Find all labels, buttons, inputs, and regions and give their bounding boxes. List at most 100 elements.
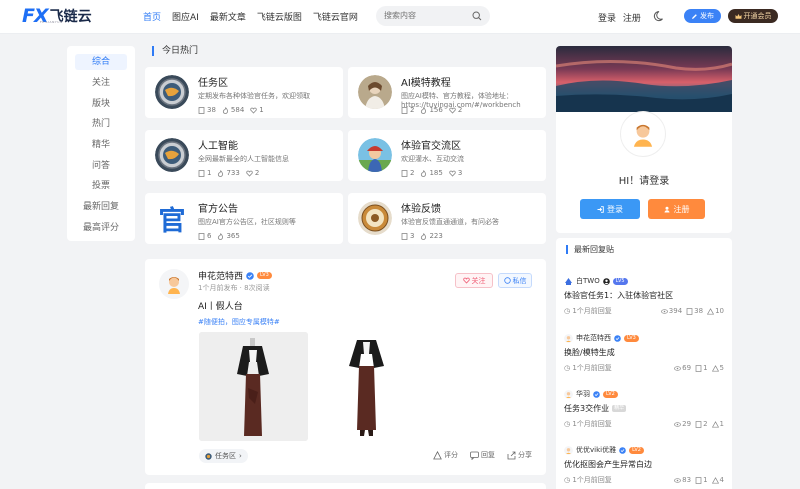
reply-stats: 83 1 4 bbox=[674, 475, 724, 485]
post-author: 申花范特西 LV3 bbox=[198, 269, 272, 282]
reply-item[interactable]: 白TWO LV5 体验官任务1：入驻体验官社区 ◷ 1个月前回复 394 38 … bbox=[564, 276, 724, 316]
login-link[interactable]: 登录 bbox=[598, 14, 616, 24]
post-text[interactable]: AI丨假人台 bbox=[198, 299, 243, 312]
user-icon bbox=[602, 277, 610, 285]
chat-icon bbox=[503, 277, 511, 284]
post-image-2[interactable] bbox=[312, 332, 421, 441]
board-name: 任务区 bbox=[198, 78, 228, 89]
sidebar-item-latest-reply[interactable]: 最新回复 bbox=[67, 197, 135, 218]
sidebar-item-vote[interactable]: 投票 bbox=[67, 176, 135, 197]
register-link[interactable]: 注册 bbox=[623, 14, 641, 24]
nav-home[interactable]: 首页 bbox=[143, 10, 161, 23]
reply-title-text[interactable]: 换脸/模特生成 bbox=[564, 347, 615, 358]
verified-icon bbox=[614, 334, 621, 342]
board-stats: 2 156 2 bbox=[401, 106, 462, 114]
nav-official-site[interactable]: 飞链云官网 bbox=[313, 10, 358, 23]
triangle-icon bbox=[711, 420, 719, 428]
reply-footer: ◷ 1个月前回复 83 1 4 bbox=[564, 475, 724, 485]
board-desc: 欢迎灌水、互动交流 bbox=[401, 155, 464, 163]
default-avatar[interactable] bbox=[621, 112, 665, 156]
sidebar-item-following[interactable]: 关注 bbox=[67, 73, 135, 94]
sidebar-item-top-rated[interactable]: 最高评分 bbox=[67, 218, 135, 239]
fire-icon bbox=[222, 106, 228, 114]
reply-author-name[interactable]: 优优viki优雅 bbox=[576, 445, 616, 455]
vip-button[interactable]: 开通会员 bbox=[728, 9, 778, 23]
reply-item[interactable]: 优优viki优雅 LV2 优化抠图会产生异常白边 ◷ 1个月前回复 83 1 4 bbox=[564, 445, 724, 485]
follow-button[interactable]: 关注 bbox=[455, 273, 493, 288]
level-badge: LV3 bbox=[257, 272, 272, 279]
hot-card-ai[interactable]: 人工智能 全网最新最全的人工智能信息 1 733 2 bbox=[145, 130, 343, 181]
reply-title-text[interactable]: 优化抠图会产生异常白边 bbox=[564, 459, 652, 470]
main-nav: 首页 图应AI 最新文章 飞链云版图 飞链云官网 bbox=[143, 10, 369, 23]
reply-author-name[interactable]: 华羽 bbox=[576, 389, 590, 399]
board-chip[interactable]: 任务区 › bbox=[199, 449, 248, 463]
sidebar-item-boards[interactable]: 版块 bbox=[67, 94, 135, 115]
doc-icon bbox=[198, 232, 205, 240]
sidebar-item-qa[interactable]: 问答 bbox=[67, 156, 135, 177]
reply-title-text[interactable]: 任务3交作业 bbox=[564, 403, 609, 414]
reply-time: ◷ 1个月前回复 bbox=[564, 420, 612, 428]
reply-time: ◷ 1个月前回复 bbox=[564, 364, 612, 372]
user-plus-icon bbox=[664, 206, 669, 212]
hot-card-task[interactable]: 任务区 定期发布各种体验官任务，欢迎领取 38 584 1 bbox=[145, 67, 343, 118]
fire-icon bbox=[421, 106, 427, 114]
sidebar-item-all[interactable]: 综合 bbox=[75, 54, 127, 70]
publish-button[interactable]: 发布 bbox=[684, 9, 721, 23]
reply-author-name[interactable]: 申花范特西 bbox=[576, 333, 611, 343]
hot-card-exchange[interactable]: 体验官交流区 欢迎灌水、互动交流 2 185 3 bbox=[348, 130, 546, 181]
search-input[interactable] bbox=[384, 11, 470, 20]
like-count: 1 bbox=[719, 420, 724, 428]
reply-item[interactable]: 华羽 LV2 任务3交作业 精华 ◷ 1个月前回复 29 2 1 bbox=[564, 389, 724, 429]
verified-icon bbox=[246, 271, 254, 280]
reply-author-name[interactable]: 白TWO bbox=[576, 276, 600, 286]
post-count: 2 bbox=[410, 169, 415, 177]
doc-icon bbox=[695, 476, 702, 484]
message-label: 私信 bbox=[512, 276, 527, 285]
nav-map[interactable]: 飞链云版图 bbox=[257, 10, 302, 23]
reply-title: 换脸/模特生成 bbox=[564, 347, 724, 358]
category-sidebar: 综合 关注 版块 热门 精华 问答 投票 最新回复 最高评分 bbox=[67, 46, 135, 241]
hot-count: 156 bbox=[429, 106, 443, 114]
hot-card-feedback[interactable]: 体验反馈 体验官反馈直通通道，有问必答 3 223 bbox=[348, 193, 546, 244]
triangle-icon bbox=[711, 364, 719, 372]
heart-icon bbox=[246, 170, 253, 177]
nav-latest-articles[interactable]: 最新文章 bbox=[210, 10, 246, 23]
share-action[interactable]: 分享 bbox=[507, 450, 532, 460]
post-count: 3 bbox=[410, 232, 415, 240]
comment-count: 38 bbox=[694, 307, 704, 315]
author-name[interactable]: 申花范特西 bbox=[198, 269, 243, 282]
author-avatar[interactable] bbox=[159, 269, 189, 299]
fire-icon bbox=[218, 169, 224, 177]
post-tags[interactable]: #随便拍，图应专属模特# bbox=[198, 317, 280, 327]
search-icon[interactable] bbox=[472, 11, 482, 21]
vip-label: 开通会员 bbox=[743, 12, 772, 20]
reply-stats: 69 1 5 bbox=[674, 363, 724, 373]
view-count: 394 bbox=[668, 307, 683, 315]
comment-count: 1 bbox=[703, 364, 708, 372]
comment-count: 1 bbox=[703, 476, 708, 484]
logo-subtitle: FEILIANYUN bbox=[40, 20, 63, 24]
fire-icon bbox=[218, 232, 224, 240]
post-image-1[interactable] bbox=[199, 332, 308, 441]
hot-card-announcement[interactable]: 官 官方公告 图应AI官方公告区，社区规则等 6 365 bbox=[145, 193, 343, 244]
rate-action[interactable]: 评分 bbox=[433, 450, 458, 460]
author-avatar bbox=[565, 277, 572, 285]
sidebar-item-featured[interactable]: 精华 bbox=[67, 135, 135, 156]
moon-icon[interactable] bbox=[653, 9, 667, 23]
reply-action[interactable]: 回复 bbox=[470, 450, 495, 460]
sidebar-item-hot[interactable]: 热门 bbox=[67, 114, 135, 135]
post-card-next[interactable] bbox=[145, 483, 546, 489]
hot-card-ai-model[interactable]: AI模特教程 图应AI模特、官方教程，体验地址：https://tuyingai… bbox=[348, 67, 546, 118]
reply-title-text[interactable]: 体验官任务1：入驻体验官社区 bbox=[564, 290, 673, 301]
reply-time: ◷ 1个月前回复 bbox=[564, 307, 612, 315]
board-avatar bbox=[358, 201, 392, 235]
register-button[interactable]: 注册 bbox=[648, 199, 705, 219]
post-card[interactable]: 申花范特西 LV3 1个月前发布 · 8次阅读 关注 私信 AI丨假人台 #随便… bbox=[145, 259, 546, 475]
reply-item[interactable]: 申花范特西 LV3 换脸/模特生成 ◷ 1个月前回复 69 1 5 bbox=[564, 333, 724, 373]
doc-icon bbox=[401, 169, 408, 177]
login-button[interactable]: 登录 bbox=[580, 199, 640, 219]
hot-count: 185 bbox=[429, 169, 443, 177]
publish-label: 发布 bbox=[700, 12, 714, 20]
nav-tuying-ai[interactable]: 图应AI bbox=[172, 10, 199, 23]
message-button[interactable]: 私信 bbox=[498, 273, 532, 288]
